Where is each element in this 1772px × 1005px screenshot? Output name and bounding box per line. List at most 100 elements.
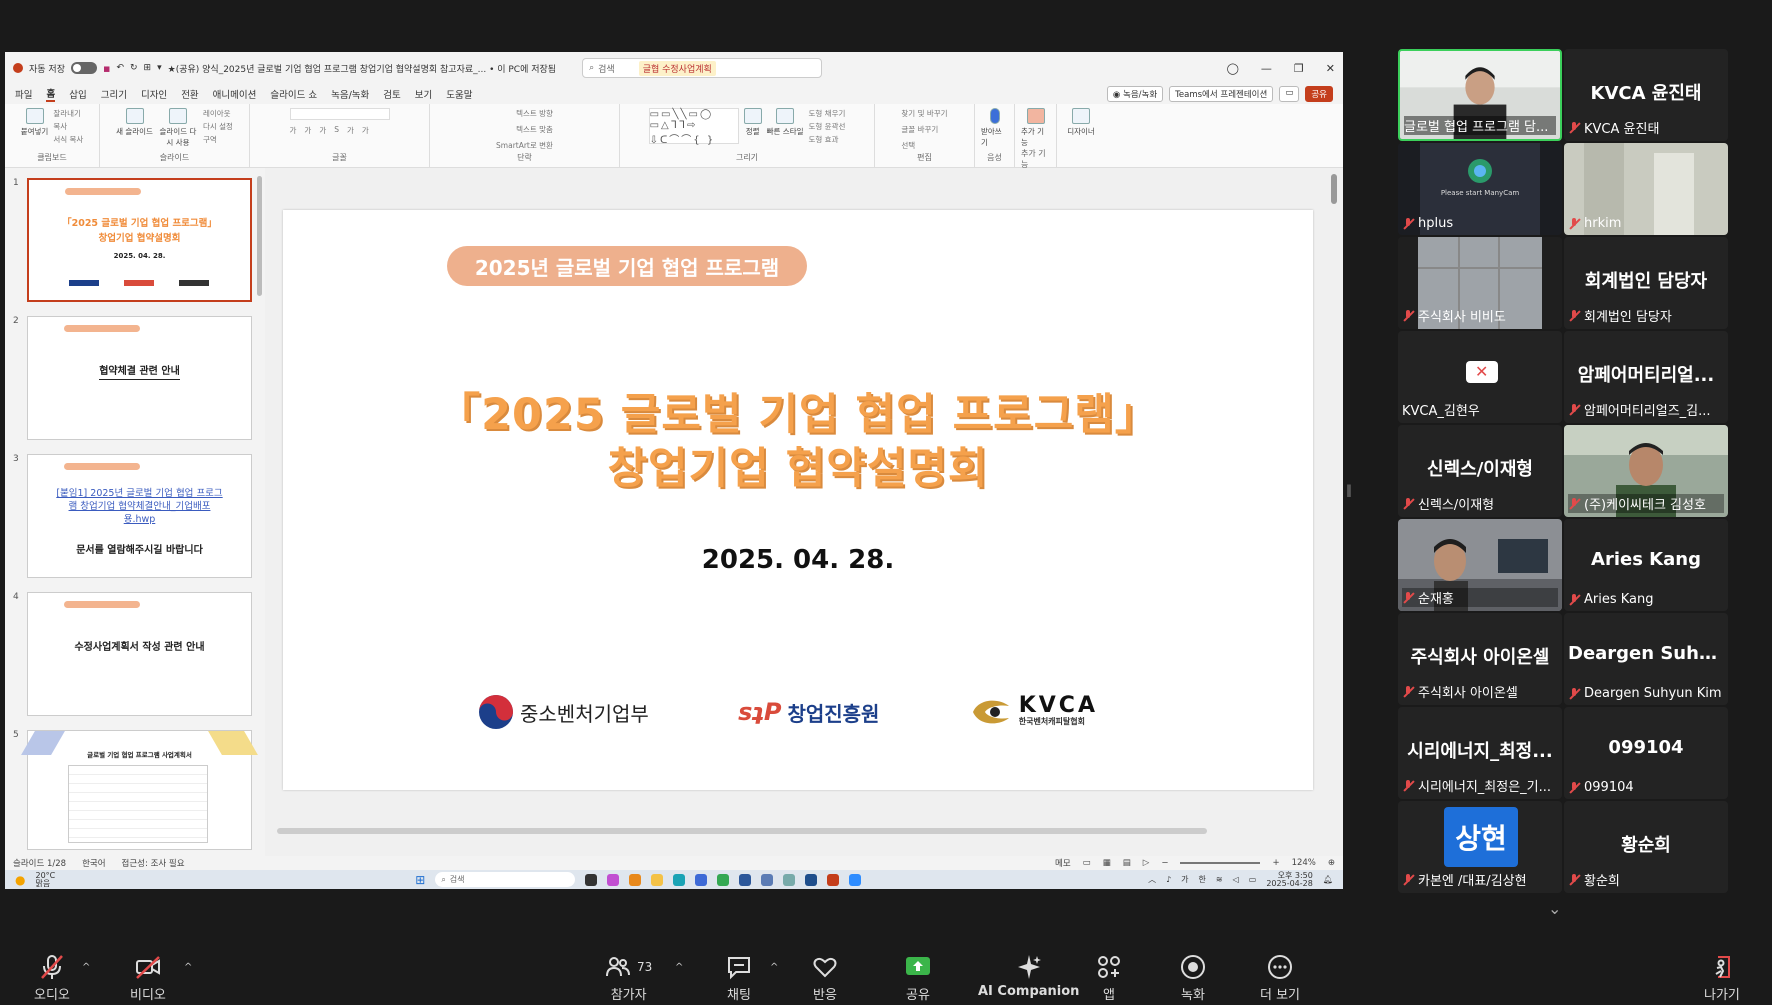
zoom-taskbar-icon[interactable]	[849, 873, 862, 886]
editor-vertical-scrollbar[interactable]	[1331, 174, 1337, 204]
participant-tile[interactable]: 글로벌 협업 프로그램 담...	[1398, 49, 1562, 141]
zoom-in-icon[interactable]: +	[1272, 858, 1279, 868]
teams-present-button[interactable]: Teams에서 프레젠테이션	[1169, 86, 1274, 102]
close-icon[interactable]: ✕	[1326, 62, 1335, 75]
record-button-zoom[interactable]: 녹화	[1180, 954, 1206, 1003]
tray-mic-icon[interactable]: ♪	[1166, 875, 1171, 884]
participant-tile[interactable]: (주)케이씨테크 김성호	[1564, 425, 1728, 517]
italic-button[interactable]: 가	[304, 125, 311, 136]
participant-tile[interactable]: 회계법인 담당자 회계법인 담당자	[1564, 237, 1728, 329]
notes-button[interactable]: 메모	[1055, 857, 1071, 869]
shape-outline-button[interactable]: 도형 윤곽선	[809, 121, 846, 132]
powerpoint-taskbar-icon[interactable]	[827, 873, 840, 886]
accessibility-status[interactable]: 접근성: 조사 필요	[122, 857, 185, 869]
participant-tile[interactable]: Please start ManyCam hplus	[1398, 143, 1562, 235]
calculator-icon[interactable]	[739, 873, 752, 886]
slideshow-view-icon[interactable]: ▷	[1143, 858, 1150, 868]
align-text-button[interactable]: 텍스트 맞춤	[516, 124, 553, 135]
store-icon[interactable]	[695, 873, 708, 886]
reactions-button[interactable]: 반응	[812, 954, 838, 1003]
chat-options-chevron-icon[interactable]: ^	[770, 962, 778, 973]
shapes-gallery[interactable]: ▭▭╲╲▭◯ ▭△ᒣᒣ⇨ ⇩ᑕ⌒⌒{ }	[648, 108, 739, 146]
search-app-icon[interactable]	[629, 873, 642, 886]
reset-button[interactable]: 다시 설정	[203, 121, 233, 132]
zoom-slider[interactable]	[1180, 862, 1261, 864]
copilot-icon[interactable]	[607, 873, 620, 886]
slide-thumbnail-pane[interactable]: 1 「2025 글로벌 기업 협업 프로그램」 창업기업 협약설명회 2025.…	[5, 168, 265, 856]
participant-tile[interactable]: hrkim	[1564, 143, 1728, 235]
apps-button[interactable]: 앱	[1096, 954, 1122, 1003]
tab-record[interactable]: 녹음/녹화	[331, 87, 369, 101]
redo-icon[interactable]: ↻	[130, 63, 138, 73]
participant-tile[interactable]: 099104 099104	[1564, 707, 1728, 799]
underline-button[interactable]: 가	[319, 125, 326, 136]
share-button[interactable]: 공유	[1305, 86, 1333, 102]
comments-icon[interactable]: ▭	[1279, 86, 1300, 102]
bold-button[interactable]: 가	[290, 125, 297, 136]
weather-icon[interactable]: ●	[15, 873, 25, 887]
participants-button[interactable]: 73 참가자	[605, 954, 652, 1003]
participant-tile[interactable]: Deargen Suhyu... Deargen Suhyun Kim	[1564, 613, 1728, 705]
slide-thumbnail-3[interactable]: [붙임1] 2025년 글로벌 기업 협업 프로그램 창업기업 협약체결안내_기…	[27, 454, 252, 578]
wifi-icon[interactable]: ≋	[1216, 875, 1223, 884]
strike-button[interactable]: S	[334, 125, 339, 136]
ai-companion-button[interactable]: AI Companion	[978, 954, 1079, 999]
battery-icon[interactable]: ▭	[1249, 875, 1257, 884]
undo-icon[interactable]: ↶	[116, 63, 124, 73]
participant-tile[interactable]: 주식회사 아이온셀 주식회사 아이온셀	[1398, 613, 1562, 705]
participant-tile[interactable]: Aries Kang Aries Kang	[1564, 519, 1728, 611]
slide-canvas[interactable]: 2025년 글로벌 기업 협업 프로그램 「2025 글로벌 기업 협업 프로그…	[283, 210, 1313, 790]
quick-styles-button[interactable]: 빠른 스타일	[767, 108, 804, 137]
tab-home[interactable]: 홈	[46, 86, 56, 102]
participant-tile[interactable]: 암페어머티리얼... 암페어머티리얼즈_김...	[1564, 331, 1728, 423]
dictate-button[interactable]: 받아쓰기	[981, 108, 1008, 148]
font-color-button[interactable]: 가	[347, 125, 354, 136]
participant-tile[interactable]: 상현 카본엔 /대표/김상현	[1398, 801, 1562, 893]
tab-help[interactable]: 도움말	[446, 87, 472, 101]
arrange-button[interactable]: 정렬	[743, 108, 762, 137]
tab-design[interactable]: 디자인	[141, 87, 167, 101]
chat-button[interactable]: 채팅	[726, 954, 752, 1003]
audio-options-chevron-icon[interactable]: ^	[82, 962, 90, 973]
windows-start-icon[interactable]: ⊞	[415, 873, 425, 887]
format-painter-button[interactable]: 서식 복사	[53, 134, 83, 145]
account-icon[interactable]: ◯	[1227, 62, 1239, 75]
participant-tile[interactable]: 황순희 황순희	[1564, 801, 1728, 893]
participant-tile[interactable]: 신렉스/이재형 신렉스/이재형	[1398, 425, 1562, 517]
find-replace-button[interactable]: 찾기 및 바꾸기	[901, 108, 947, 119]
language-indicator[interactable]: 한국어	[82, 857, 105, 869]
participant-tile[interactable]: ✕ KVCA_김현우	[1398, 331, 1562, 423]
tray-chevron-icon[interactable]: ︿	[1148, 874, 1156, 885]
minimize-icon[interactable]: —	[1261, 62, 1272, 75]
slide-thumbnail-1[interactable]: 「2025 글로벌 기업 협업 프로그램」 창업기업 협약설명회 2025. 0…	[27, 178, 252, 302]
gallery-next-page-icon[interactable]: ⌄	[1548, 899, 1561, 918]
document-title[interactable]: ★(공유) 양식_2025년 글로벌 기업 협업 프로그램 창업기업 협약설명회…	[168, 62, 556, 75]
tab-transitions[interactable]: 전환	[181, 87, 198, 101]
reading-view-icon[interactable]: ▤	[1123, 858, 1131, 868]
clock[interactable]: 오후 3:50 2025-04-28	[1266, 871, 1313, 888]
normal-view-icon[interactable]: ▭	[1083, 858, 1091, 868]
shape-fill-button[interactable]: 도형 채우기	[809, 108, 846, 119]
font-name-select[interactable]	[289, 108, 390, 120]
section-button[interactable]: 구역	[203, 134, 233, 145]
more-button[interactable]: 더 보기	[1260, 954, 1300, 1003]
record-button[interactable]: ◉ 녹음/녹화	[1106, 86, 1164, 102]
new-slide-button[interactable]: 새 슬라이드	[116, 108, 153, 137]
copy-button[interactable]: 복사	[53, 121, 83, 132]
tab-file[interactable]: 파일	[15, 87, 32, 101]
customize-qat-icon[interactable]: ▾	[157, 63, 162, 73]
video-options-chevron-icon[interactable]: ^	[184, 962, 192, 973]
tab-animations[interactable]: 애니메이션	[213, 87, 257, 101]
text-direction-button[interactable]: 텍스트 방향	[516, 108, 553, 119]
tab-view[interactable]: 보기	[415, 87, 432, 101]
tab-draw[interactable]: 그리기	[101, 87, 127, 101]
smartart-button[interactable]: SmartArt로 변환	[496, 140, 553, 151]
chrome-icon[interactable]	[717, 873, 730, 886]
notification-icon[interactable]: 🔔︎	[1323, 875, 1333, 884]
ppt-search-box[interactable]: ⌕ 검색 글협 수정사업계획	[582, 58, 823, 78]
settings-icon[interactable]	[761, 873, 774, 886]
designer-button[interactable]: 디자이너	[1067, 108, 1095, 137]
save-icon[interactable]: ▪	[103, 62, 110, 75]
sorter-view-icon[interactable]: ▦	[1103, 858, 1111, 868]
slide-thumbnail-2[interactable]: 협약체결 관련 안내	[27, 316, 252, 440]
